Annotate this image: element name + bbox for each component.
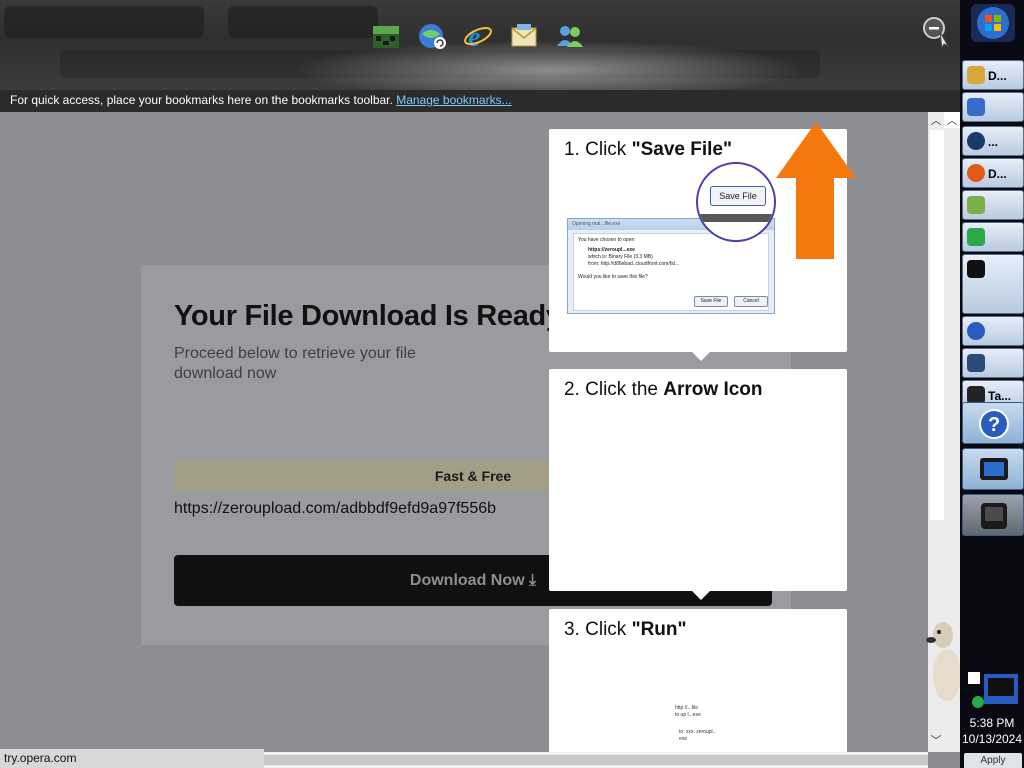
svg-text:e: e	[468, 22, 480, 52]
taskbar-item[interactable]: D...	[962, 60, 1024, 90]
monitor-icon	[980, 458, 1008, 480]
computer-icon	[967, 354, 985, 372]
run-text-line: exe	[679, 736, 688, 742]
internet-explorer-icon[interactable]: e	[460, 18, 496, 54]
download-icon: ⤓	[529, 572, 537, 589]
taskbar-item-label: ...	[988, 135, 999, 149]
mail-icon[interactable]	[506, 18, 542, 54]
app-icon	[967, 66, 985, 84]
run-text-line: http://...file	[675, 705, 699, 711]
clock-date: 10/13/2024	[961, 732, 1023, 746]
run-text-line: to up l...exe	[675, 712, 701, 718]
app-icon	[967, 196, 985, 214]
app-icon	[967, 132, 985, 150]
taskbar-item-label: D...	[988, 167, 1007, 181]
taskbar-item[interactable]	[962, 222, 1024, 252]
magnifier-cursor-icon[interactable]	[920, 14, 954, 48]
horizontal-scrollbar[interactable]	[264, 752, 928, 768]
step-2-heading: 2. Click the Arrow Icon	[564, 379, 763, 400]
taskbar-item[interactable]	[962, 348, 1024, 378]
status-bar: try.opera.com	[0, 749, 264, 768]
dialog-source: from: http://d86ebad..cloudfront.com/fst…	[588, 261, 680, 267]
magnifier-circle: Save File	[696, 162, 776, 242]
taskbar-item[interactable]	[962, 316, 1024, 346]
svg-text:?: ?	[988, 414, 1000, 436]
run-text-line: to: xxx. zeroupl...	[679, 729, 717, 735]
scroll-up-arrow[interactable]: ︿	[944, 112, 960, 128]
device-icon	[981, 503, 1007, 529]
taskbar-item-label: Ta...	[988, 389, 1012, 403]
taskbar-item[interactable]	[962, 92, 1024, 122]
step-1-heading: 1. Click "Save File"	[564, 139, 732, 160]
taskbar-item[interactable]	[962, 254, 1024, 314]
help-button[interactable]: ?	[962, 402, 1024, 444]
clock[interactable]: 5:38 PM 10/13/2024 Apply	[960, 715, 1024, 768]
quick-launch-bar: e	[368, 18, 588, 54]
orange-up-arrow-icon	[776, 122, 856, 259]
download-now-label: Download Now	[409, 572, 525, 589]
app-icon	[967, 228, 985, 246]
firefox-icon	[967, 164, 985, 182]
display-button[interactable]	[962, 448, 1024, 490]
clock-time: 5:38 PM	[969, 716, 1015, 730]
scroll-up-arrow[interactable]: ︿	[928, 112, 944, 128]
scroll-down-arrow[interactable]: ﹀	[928, 732, 944, 748]
browser-tab[interactable]	[4, 6, 204, 38]
apply-button[interactable]: Apply	[964, 753, 1022, 768]
taskbar-item[interactable]: ...	[962, 126, 1024, 156]
media-icon	[967, 98, 985, 116]
magnified-save-button: Save File	[710, 186, 766, 206]
help-icon: ?	[979, 409, 1009, 439]
notification-icon	[968, 672, 980, 684]
squirrel-mascot-icon	[926, 622, 961, 701]
bookmarks-message: For quick access, place your bookmarks h…	[10, 93, 393, 107]
dialog-filetype: which is: Binary File (3.3 MB)	[588, 254, 653, 260]
panel-pointer	[691, 590, 711, 600]
page-title: Your File Download Is Ready	[174, 300, 562, 332]
device-button[interactable]	[962, 494, 1024, 536]
dialog-cancel-button: Cancel	[734, 296, 768, 307]
instruction-step-2: 2. Click the Arrow Icon	[549, 369, 847, 600]
globe-refresh-icon[interactable]	[414, 18, 450, 54]
window-icon	[967, 260, 985, 278]
volume-icon	[972, 696, 984, 708]
taskbar-item-label: D...	[988, 69, 1007, 83]
magnified-divider	[698, 214, 774, 222]
bookmarks-toolbar: For quick access, place your bookmarks h…	[0, 90, 960, 112]
panel-pointer	[691, 351, 711, 361]
taskbar-item[interactable]: D...	[962, 158, 1024, 188]
download-url: https://zeroupload.com/adbbdf9efd9a97f55…	[174, 500, 497, 517]
system-tray[interactable]	[966, 670, 1022, 714]
step-3-heading: 3. Click "Run"	[564, 619, 687, 640]
taskbar-item[interactable]	[962, 190, 1024, 220]
dialog-save-button: Save File	[694, 296, 728, 307]
start-button-icon[interactable]	[965, 2, 1021, 44]
scroll-thumb[interactable]	[264, 755, 928, 765]
minecraft-icon[interactable]	[368, 18, 404, 54]
browser-tab[interactable]	[228, 6, 378, 38]
dialog-filename: https://zeroupl...exe	[588, 247, 635, 253]
run-dialog-screenshot: http://...file to up l...exe to: xxx. ze…	[675, 705, 735, 743]
dialog-question: Would you like to save this file?	[578, 274, 648, 280]
scroll-thumb[interactable]	[930, 130, 944, 520]
manage-bookmarks-link[interactable]: Manage bookmarks...	[396, 93, 511, 107]
page-subtitle: Proceed below to retrieve your file down…	[174, 345, 416, 382]
help-icon	[967, 322, 985, 340]
users-icon[interactable]	[552, 18, 588, 54]
instruction-step-3: 3. Click "Run" http://...file to up l...…	[549, 609, 847, 754]
